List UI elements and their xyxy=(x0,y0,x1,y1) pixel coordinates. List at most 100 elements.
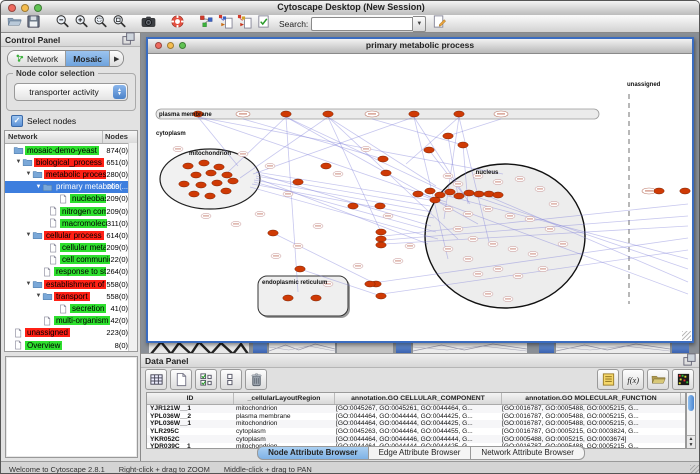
save-button[interactable] xyxy=(25,13,42,29)
float-panel-icon[interactable] xyxy=(121,31,136,48)
snapshot-button[interactable] xyxy=(140,13,157,29)
frame-resize-grip[interactable] xyxy=(682,331,691,340)
import-network-button[interactable] xyxy=(217,13,234,29)
tree-column-network[interactable]: Network xyxy=(5,131,103,143)
tree-expand-arrow[interactable]: ▼ xyxy=(25,232,32,238)
table-scrollbar[interactable]: ▲▼ xyxy=(686,392,696,449)
zoom-fit-button[interactable] xyxy=(111,13,128,29)
selected-gene-node xyxy=(654,188,664,194)
zoom-in-button[interactable] xyxy=(73,13,90,29)
vizmapper-button[interactable] xyxy=(198,13,215,29)
network-view-titlebar[interactable]: primary metabolic process xyxy=(148,39,692,54)
folder-icon xyxy=(13,145,25,155)
tab-node-attribute-browser[interactable]: Node Attribute Browser xyxy=(257,446,369,460)
selected-gene-node xyxy=(376,236,386,242)
window-resize-grip[interactable] xyxy=(690,465,700,474)
delete-attribute-button[interactable] xyxy=(245,369,267,390)
table-cell: [GO:0005488, GO:0005215, GO:0003674] xyxy=(499,436,677,443)
tree-row-count: 41(0) xyxy=(110,304,128,313)
new-attribute-icon xyxy=(174,372,189,387)
table-column-header[interactable]: annotation.GO CELLULAR_COMPONENT xyxy=(335,393,502,404)
tree-row[interactable]: ▼primary metabolic209(... xyxy=(5,181,137,193)
select-nodes-checkbox[interactable]: ✓ xyxy=(11,115,23,127)
tree-row[interactable]: cellular metabol209(0) xyxy=(5,242,137,254)
tab-overflow-button[interactable]: ▶ xyxy=(110,51,123,66)
import-table-button[interactable] xyxy=(236,13,253,29)
tree-expand-arrow[interactable]: ▼ xyxy=(35,184,42,190)
formula-button[interactable]: f(x) xyxy=(622,369,644,390)
import-table-icon xyxy=(237,14,252,29)
tree-row[interactable]: ▼transport558(0) xyxy=(5,290,137,302)
table-cell: [GO:0016787, GO:0005488, GO:0005215, G..… xyxy=(499,405,677,412)
select-attributes-button[interactable] xyxy=(195,369,217,390)
tree-row-count: 614(0) xyxy=(106,231,128,240)
table-column-header[interactable]: annotation.GO MOLECULAR_FUNCTION xyxy=(502,393,681,404)
tree-row[interactable]: multi-organism pro42(0) xyxy=(5,315,137,327)
tree-row[interactable]: cell communicat22(0) xyxy=(5,254,137,266)
heatmap-button[interactable] xyxy=(672,369,694,390)
tab-mosaic[interactable]: Mosaic xyxy=(66,51,110,66)
node-color-dropdown[interactable]: transporter activity ▲▼ xyxy=(14,83,128,101)
tree-row[interactable]: nucleobase-cont209(0) xyxy=(5,193,137,205)
tree-row[interactable]: mosaic-demo-yeast874(0) xyxy=(5,144,137,156)
selected-gene-node xyxy=(205,193,215,199)
tab-edge-attribute-browser[interactable]: Edge Attribute Browser xyxy=(369,446,472,460)
table-row[interactable]: YJR121W__1mitochondrion[GO:0045267, GO:0… xyxy=(147,405,685,413)
tree-row[interactable]: nitrogen compou209(0) xyxy=(5,205,137,217)
network-view-frame[interactable]: primary metabolic process plasma membran… xyxy=(146,37,694,343)
node-color-selection-group: Node color selection transporter activit… xyxy=(6,73,136,111)
tree-expand-arrow[interactable]: ▼ xyxy=(35,293,42,299)
tree-expand-arrow[interactable]: ▼ xyxy=(25,281,32,287)
selected-gene-node xyxy=(464,190,474,196)
table-cell: cytoplasm xyxy=(233,428,333,435)
tree-expand-arrow[interactable]: ▼ xyxy=(25,171,32,177)
open-button[interactable] xyxy=(6,13,23,29)
unselect-attributes-button[interactable] xyxy=(220,369,242,390)
table-row[interactable]: YKR052Ccytoplasm[GO:0044464, GO:0044446,… xyxy=(147,435,685,443)
new-attribute-button[interactable] xyxy=(170,369,192,390)
attribute-matrix-button[interactable] xyxy=(145,369,167,390)
network-tree-header[interactable]: Network Nodes xyxy=(5,131,137,144)
advanced-search-icon xyxy=(432,14,447,29)
tree-scrollbar[interactable] xyxy=(128,143,137,351)
zoom-out-button[interactable] xyxy=(54,13,71,29)
tree-row[interactable]: ▼metabolic process280(0) xyxy=(5,168,137,180)
file-icon xyxy=(13,340,25,350)
advanced-search-button[interactable] xyxy=(431,13,448,29)
search-input[interactable] xyxy=(311,17,413,31)
import-attributes-button[interactable] xyxy=(647,369,669,390)
tab-network[interactable]: Network xyxy=(8,51,66,66)
import-network-icon xyxy=(218,14,233,29)
tree-row[interactable]: secretion41(0) xyxy=(5,302,137,314)
tab-network-attribute-browser[interactable]: Network Attribute Browser xyxy=(471,446,584,460)
search-dropdown-button[interactable]: ▼ xyxy=(413,16,426,32)
zoom-in-icon xyxy=(74,14,89,29)
table-row[interactable]: YPL036W__1mitochondrion[GO:0044464, GO:0… xyxy=(147,420,685,428)
network-canvas[interactable]: plasma membranecytoplasmmitochondrionnuc… xyxy=(148,54,692,341)
table-column-header[interactable]: _cellularLayoutRegion xyxy=(234,393,335,404)
window-title: Cytoscape Desktop (New Session) xyxy=(1,2,700,12)
tree-row[interactable]: ▼cellular process614(0) xyxy=(5,229,137,241)
birds-eye-view[interactable] xyxy=(5,356,138,458)
status-zoom-hint: Right-click + drag to ZOOM xyxy=(119,465,210,474)
tree-row[interactable]: Overview8(0) xyxy=(5,339,137,351)
table-row[interactable]: YPL036W__2plasma membrane[GO:0044464, GO… xyxy=(147,413,685,421)
tree-row[interactable]: ▼biological_process651(0) xyxy=(5,156,137,168)
file-icon xyxy=(42,316,54,326)
attribute-table-header[interactable]: ID_cellularLayoutRegionannotation.GO CEL… xyxy=(147,393,685,405)
tree-row-label: transport xyxy=(54,292,90,301)
tree-row[interactable]: unassigned223(0) xyxy=(5,327,137,339)
float-panel-icon[interactable] xyxy=(682,352,697,369)
table-scrollbar-thumb[interactable] xyxy=(688,395,694,411)
tree-row[interactable]: macromolecule311(0) xyxy=(5,217,137,229)
zoom-selected-button[interactable] xyxy=(92,13,109,29)
tree-row[interactable]: ▼establishment of lo558(0) xyxy=(5,278,137,290)
annotation-button[interactable] xyxy=(255,13,272,29)
tree-column-nodes[interactable]: Nodes xyxy=(103,131,137,143)
tree-row[interactable]: response to stimulu264(0) xyxy=(5,266,137,278)
attribute-editor-button[interactable] xyxy=(597,369,619,390)
table-column-header[interactable]: ID xyxy=(147,393,234,404)
table-row[interactable]: YLR295Ccytoplasm[GO:0045263, GO:0044464,… xyxy=(147,428,685,436)
help-button[interactable] xyxy=(169,13,186,29)
tree-expand-arrow[interactable]: ▼ xyxy=(15,159,22,165)
